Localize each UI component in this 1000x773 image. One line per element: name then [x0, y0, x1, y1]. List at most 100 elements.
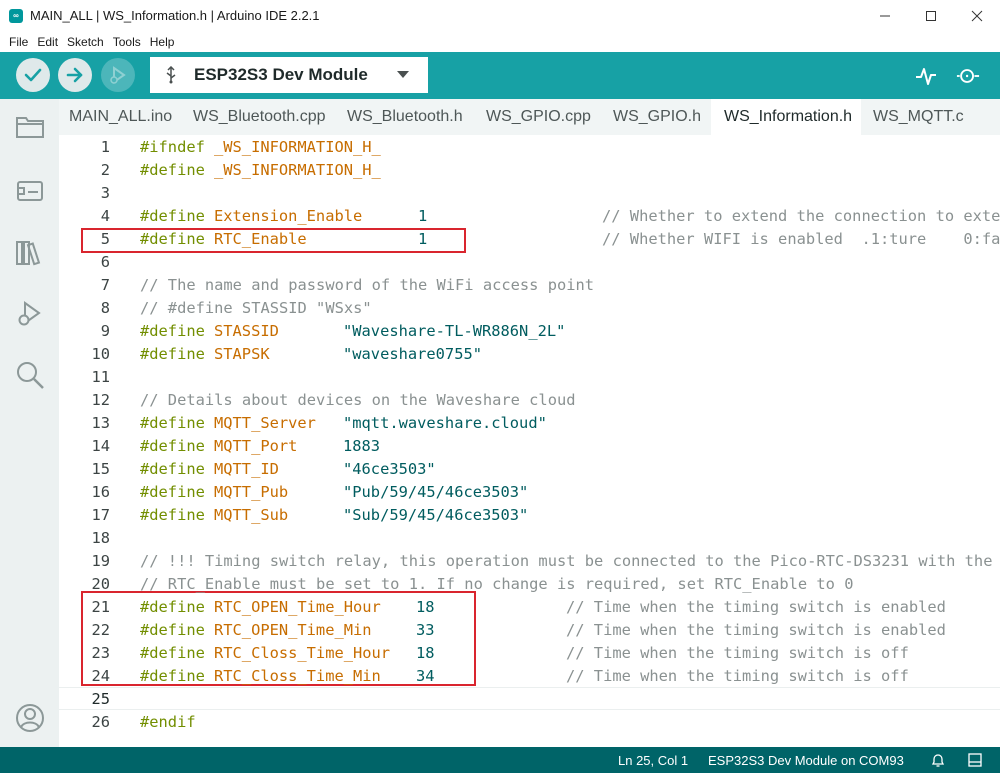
close-button[interactable] [954, 0, 1000, 32]
macro-name: Extension_Enable [214, 207, 363, 225]
code-line[interactable]: 2 #define _WS_INFORMATION_H_ [59, 159, 1000, 182]
debug-button[interactable] [101, 58, 135, 92]
preprocessor-keyword: #define [140, 621, 205, 639]
preprocessor-keyword: #define [140, 414, 205, 432]
board-port-status[interactable]: ESP32S3 Dev Module on COM93 [708, 753, 904, 768]
line-number: 26 [91, 713, 110, 731]
cursor-position[interactable]: Ln 25, Col 1 [618, 753, 688, 768]
preprocessor-keyword: #define [140, 230, 205, 248]
macro-name: STASSID [214, 322, 279, 340]
board-name: ESP32S3 Dev Module [194, 65, 368, 84]
board-selector[interactable]: ESP32S3 Dev Module [150, 57, 428, 93]
code-comment: // Time when the timing switch is off [566, 667, 909, 685]
line-number: 16 [91, 483, 110, 501]
preprocessor-keyword: #define [140, 506, 205, 524]
debugger-button[interactable] [14, 298, 46, 330]
code-line[interactable]: 4 #define Extension_Enable 1 // Whether to e… [59, 205, 1000, 228]
panel-icon [968, 753, 982, 767]
code-line[interactable]: 24 #define RTC_Closs_Time_Min 34 // Time whe… [59, 665, 1000, 688]
tab-ws-information-h[interactable]: WS_Information.h [711, 99, 861, 135]
line-number: 24 [91, 667, 110, 685]
window-title: MAIN_ALL | WS_Information.h | Arduino ID… [30, 8, 320, 23]
side-bar [0, 99, 59, 747]
tab-ws-gpio-h[interactable]: WS_GPIO.h [603, 99, 710, 135]
macro-name: RTC_OPEN_Time_Min [214, 621, 372, 639]
code-line[interactable]: 25 [59, 687, 1000, 710]
code-line[interactable]: 8 // #define STASSID "WSxs" [59, 297, 1000, 320]
macro-value: "Sub/59/45/46ce3503" [343, 506, 529, 524]
preprocessor-keyword: #ifndef [140, 138, 205, 156]
macro-name: _WS_INFORMATION_H_ [214, 161, 381, 179]
macro-name: MQTT_ID [214, 460, 279, 478]
tab-ws-bluetooth-cpp[interactable]: WS_Bluetooth.cpp [183, 99, 326, 135]
notifications-button[interactable] [930, 752, 946, 771]
menu-sketch[interactable]: Sketch [66, 35, 105, 49]
sketchbook-button[interactable] [14, 111, 46, 143]
code-line[interactable]: 14 #define MQTT_Port 1883 [59, 435, 1000, 458]
code-line[interactable]: 21 #define RTC_OPEN_Time_Hour 18 // Time whe… [59, 596, 1000, 619]
code-line[interactable]: 11 [59, 366, 1000, 389]
line-number: 9 [100, 322, 110, 340]
macro-value: 34 [416, 667, 435, 685]
code-line[interactable]: 26 #endif [59, 711, 1000, 734]
preprocessor-keyword: #define [140, 437, 205, 455]
line-number: 23 [91, 644, 110, 662]
preprocessor-keyword: #define [140, 483, 205, 501]
maximize-button[interactable] [908, 0, 954, 32]
code-line[interactable]: 5 #define RTC_Enable 1 // Whether WIFI is en… [59, 228, 1000, 251]
code-line[interactable]: 10 #define STAPSK "waveshare0755" [59, 343, 1000, 366]
menu-tools[interactable]: Tools [112, 35, 142, 49]
line-number: 11 [91, 368, 110, 386]
menu-help[interactable]: Help [149, 35, 176, 49]
code-line[interactable]: 6 [59, 251, 1000, 274]
line-number: 3 [100, 184, 110, 202]
serial-plotter-button[interactable] [914, 64, 938, 88]
code-comment: // The name and password of the WiFi acc… [140, 276, 595, 294]
code-line[interactable]: 12 // Details about devices on the Wavesh… [59, 389, 1000, 412]
boards-manager-button[interactable] [14, 175, 46, 207]
macro-value: "Waveshare-TL-WR886N_2L" [343, 322, 566, 340]
macro-value: 1883 [343, 437, 381, 455]
preprocessor-keyword: #endif [140, 713, 196, 731]
library-manager-button[interactable] [14, 236, 46, 268]
code-line[interactable]: 9 #define STASSID "Waveshare-TL-WR886N_2L" [59, 320, 1000, 343]
tab-ws-mqtt[interactable]: WS_MQTT.c [863, 99, 1000, 135]
code-line[interactable]: 1 #ifndef _WS_INFORMATION_H_ [59, 136, 1000, 159]
code-comment: // !!! Timing switch relay, this operati… [140, 552, 993, 570]
code-line[interactable]: 16 #define MQTT_Pub "Pub/59/45/46ce3503" [59, 481, 1000, 504]
code-line[interactable]: 23 #define RTC_Closs_Time_Hour 18 // Time wh… [59, 642, 1000, 665]
code-line[interactable]: 20 // RTC_Enable must be set to 1. If no … [59, 573, 1000, 596]
minimize-button[interactable] [862, 0, 908, 32]
code-line[interactable]: 19 // !!! Timing switch relay, this opera… [59, 550, 1000, 573]
line-number: 8 [100, 299, 110, 317]
code-line[interactable]: 17 #define MQTT_Sub "Sub/59/45/46ce3503" [59, 504, 1000, 527]
macro-name: STAPSK [214, 345, 270, 363]
verify-icon [24, 68, 42, 82]
line-number: 19 [91, 552, 110, 570]
macro-value: 18 [416, 598, 435, 616]
serial-monitor-button[interactable] [956, 64, 980, 88]
macro-name: MQTT_Pub [214, 483, 289, 501]
line-number: 2 [100, 161, 110, 179]
verify-button[interactable] [16, 58, 50, 92]
search-button[interactable] [14, 359, 46, 391]
menu-edit[interactable]: Edit [36, 35, 59, 49]
preprocessor-keyword: #define [140, 207, 205, 225]
code-line[interactable]: 15 #define MQTT_ID "46ce3503" [59, 458, 1000, 481]
code-line[interactable]: 3 [59, 182, 1000, 205]
line-number: 13 [91, 414, 110, 432]
code-line[interactable]: 22 #define RTC_OPEN_Time_Min 33 // Time when… [59, 619, 1000, 642]
code-line[interactable]: 18 [59, 527, 1000, 550]
macro-name: _WS_INFORMATION_H_ [214, 138, 381, 156]
code-editor[interactable]: 1 #ifndef _WS_INFORMATION_H_ 2 #define _WS_IN… [59, 135, 1000, 747]
code-line[interactable]: 7 // The name and password of the WiFi ac… [59, 274, 1000, 297]
code-line[interactable]: 13 #define MQTT_Server "mqtt.waveshare.clou… [59, 412, 1000, 435]
profile-button[interactable] [14, 702, 46, 734]
tab-ws-gpio-cpp[interactable]: WS_GPIO.cpp [476, 99, 594, 135]
code-comment: // Whether to extend the connection to e… [602, 207, 1000, 225]
tab-ws-bluetooth-h[interactable]: WS_Bluetooth.h [337, 99, 466, 135]
menu-file[interactable]: File [8, 35, 29, 49]
toggle-panel-button[interactable] [967, 752, 983, 771]
upload-button[interactable] [58, 58, 92, 92]
tab-main-all-ino[interactable]: MAIN_ALL.ino [59, 99, 172, 135]
